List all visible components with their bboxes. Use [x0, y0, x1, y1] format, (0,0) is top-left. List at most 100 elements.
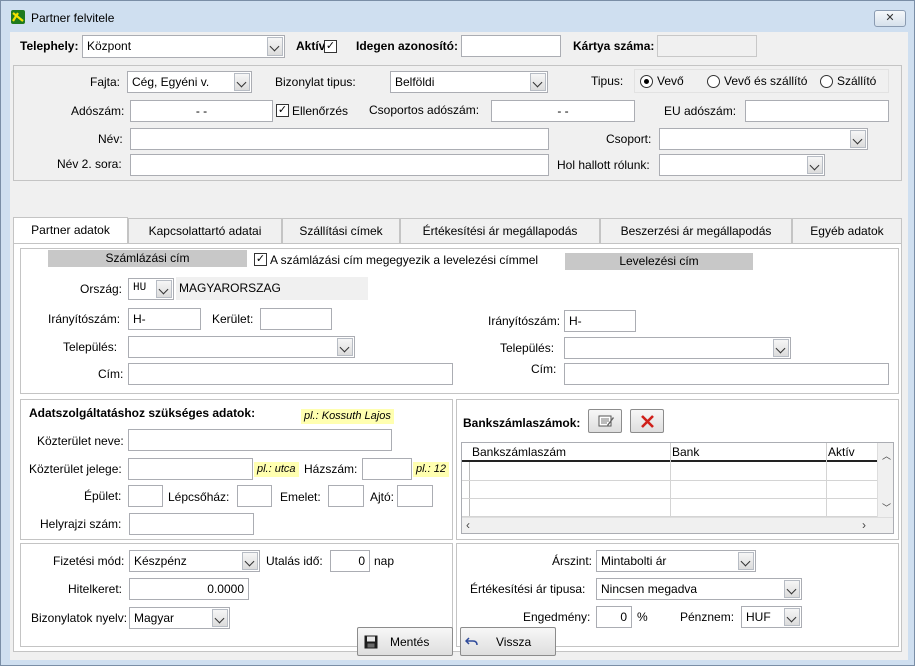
hol-hallott-select[interactable] [659, 154, 825, 176]
kozterulet-neve-label: Közterület neve: [37, 434, 124, 448]
chevron-down-icon[interactable] [156, 280, 172, 298]
chevron-down-icon[interactable] [784, 580, 800, 598]
radio-szallito[interactable] [820, 75, 833, 88]
tab-egyeb-adatok[interactable]: Egyéb adatok [792, 218, 902, 244]
bizonylat-tipus-label: Bizonylat tipus: [275, 75, 356, 89]
cim-input[interactable] [128, 363, 453, 385]
orszag-label: Ország: [80, 282, 123, 296]
scroll-left-icon[interactable]: ‹ [466, 518, 470, 532]
kartya-szama-input[interactable] [657, 35, 757, 57]
kozterulet-neve-input[interactable] [128, 429, 392, 451]
radio-vevo-es-szallito[interactable] [707, 75, 720, 88]
utalas-ido-input[interactable]: 0 [330, 550, 370, 572]
kozterulet-jelege-input[interactable] [128, 458, 253, 480]
chevron-down-icon[interactable] [738, 552, 754, 570]
nev2-label: Név 2. sora: [57, 157, 122, 171]
eu-adoszam-input[interactable] [745, 100, 889, 122]
csoportos-adoszam-input[interactable]: - - [491, 100, 635, 122]
lev-telepules-select[interactable] [564, 337, 791, 359]
chevron-down-icon[interactable] [773, 339, 789, 357]
save-button[interactable]: Mentés [357, 627, 453, 656]
bizonylat-tipus-select[interactable]: Belföldi [390, 71, 548, 93]
lev-iranyitoszam-input[interactable]: H- [564, 310, 636, 332]
idegen-azonosito-input[interactable] [461, 35, 561, 57]
fajta-value: Cég, Egyéni v. [132, 75, 210, 89]
adoszam-input[interactable]: - - [130, 100, 273, 122]
title-bar: Partner felvitele ✕ [1, 1, 914, 31]
fajta-select[interactable]: Cég, Egyéni v. [127, 71, 252, 93]
orszag-select[interactable]: HU [128, 278, 174, 300]
radio-szallito-label: Szállító [837, 74, 877, 88]
edit-bank-button[interactable] [588, 409, 622, 433]
ajto-input[interactable] [397, 485, 433, 507]
close-icon: ✕ [885, 12, 895, 24]
nev2-input[interactable] [130, 154, 549, 176]
csoportos-adoszam-label: Csoportos adószám: [369, 103, 480, 117]
delete-bank-button[interactable] [630, 409, 664, 433]
hazszam-input[interactable] [362, 458, 412, 480]
telephely-select[interactable]: Központ [82, 35, 285, 58]
fizetesi-mod-label: Fizetési mód: [53, 554, 125, 568]
scroll-right-icon[interactable]: › [862, 518, 866, 532]
kerulet-input[interactable] [260, 308, 332, 330]
lepcsohaz-label: Lépcsőház: [168, 490, 230, 504]
epulet-input[interactable] [128, 485, 163, 507]
tab-szallitasi-cimek[interactable]: Szállítási címek [282, 218, 400, 244]
chevron-down-icon[interactable] [212, 609, 228, 627]
ellenorzes-checkbox[interactable]: ✓ [276, 104, 289, 117]
horizontal-scrollbar[interactable]: ‹ › [462, 517, 893, 533]
lev-cim-input[interactable] [564, 363, 889, 385]
lev-telepules-label: Település: [500, 341, 555, 355]
tab-kapcsolattarto[interactable]: Kapcsolattartó adatai [128, 218, 282, 244]
iranyitoszam-input[interactable]: H- [128, 308, 201, 330]
lepcsohaz-input[interactable] [237, 485, 272, 507]
close-button[interactable]: ✕ [874, 10, 906, 27]
chevron-down-icon[interactable] [784, 608, 800, 626]
scroll-up-icon[interactable]: ︿ [882, 449, 891, 462]
client-area: Telephely: Központ Aktív ✓ Idegen azonos… [10, 32, 908, 660]
scroll-down-icon[interactable]: ﹀ [882, 501, 891, 514]
chevron-down-icon[interactable] [267, 37, 283, 56]
radio-vevo[interactable] [640, 75, 653, 88]
hol-hallott-label: Hol hallott rólunk: [557, 158, 650, 172]
vertical-scrollbar[interactable]: ︿ ﹀ [877, 443, 893, 517]
hitelkeret-input[interactable]: 0.0000 [129, 578, 249, 600]
back-label: Vissza [496, 635, 532, 649]
tab-partner-adatok[interactable]: Partner adatok [13, 217, 128, 244]
helyrajzi-szam-input[interactable] [129, 513, 254, 535]
fizetesi-mod-select[interactable]: Készpénz [129, 550, 260, 572]
telepules-select[interactable] [128, 336, 355, 358]
ertekesitesi-ar-tipusa-value: Nincsen megadva [601, 582, 698, 596]
bank-group: Bankszámlaszámok: Bankszámlaszám Bank Ak… [456, 399, 899, 540]
chevron-down-icon[interactable] [850, 130, 866, 148]
tab-beszerzesi-ar[interactable]: Beszerzési ár megállapodás [600, 218, 792, 244]
emelet-input[interactable] [328, 485, 364, 507]
bizonylatok-nyelv-value: Magyar [134, 611, 175, 625]
adoszam-label: Adószám: [71, 104, 125, 118]
chevron-down-icon[interactable] [807, 156, 823, 174]
back-button[interactable]: Vissza [460, 627, 556, 656]
engedmeny-unit: % [637, 610, 648, 624]
chevron-down-icon[interactable] [530, 73, 546, 91]
chevron-down-icon[interactable] [337, 338, 353, 356]
telepules-label: Település: [63, 340, 118, 354]
megegyezik-checkbox[interactable]: ✓ [254, 253, 267, 266]
bizonylat-tipus-value: Belföldi [395, 75, 435, 89]
save-label: Mentés [390, 635, 430, 649]
ertekesitesi-ar-tipusa-select[interactable]: Nincsen megadva [596, 578, 802, 600]
engedmeny-input[interactable]: 0 [596, 606, 632, 628]
arszint-select[interactable]: Mintabolti ár [596, 550, 756, 572]
csoport-select[interactable] [659, 128, 868, 150]
chevron-down-icon[interactable] [242, 552, 258, 570]
csoport-label: Csoport: [606, 132, 652, 146]
chevron-down-icon[interactable] [234, 73, 250, 91]
utalas-unit: nap [374, 554, 395, 568]
lev-cim-label: Cím: [531, 362, 557, 376]
penznem-select[interactable]: HUF [741, 606, 802, 628]
tab-ertekesitesi-ar[interactable]: Értékesítési ár megállapodás [400, 218, 600, 244]
edit-icon [598, 415, 614, 427]
nev-input[interactable] [130, 128, 549, 150]
aktiv-checkbox[interactable]: ✓ [324, 40, 337, 53]
utalas-ido-label: Utalás idő: [266, 554, 323, 568]
bizonylatok-nyelv-select[interactable]: Magyar [129, 607, 230, 629]
